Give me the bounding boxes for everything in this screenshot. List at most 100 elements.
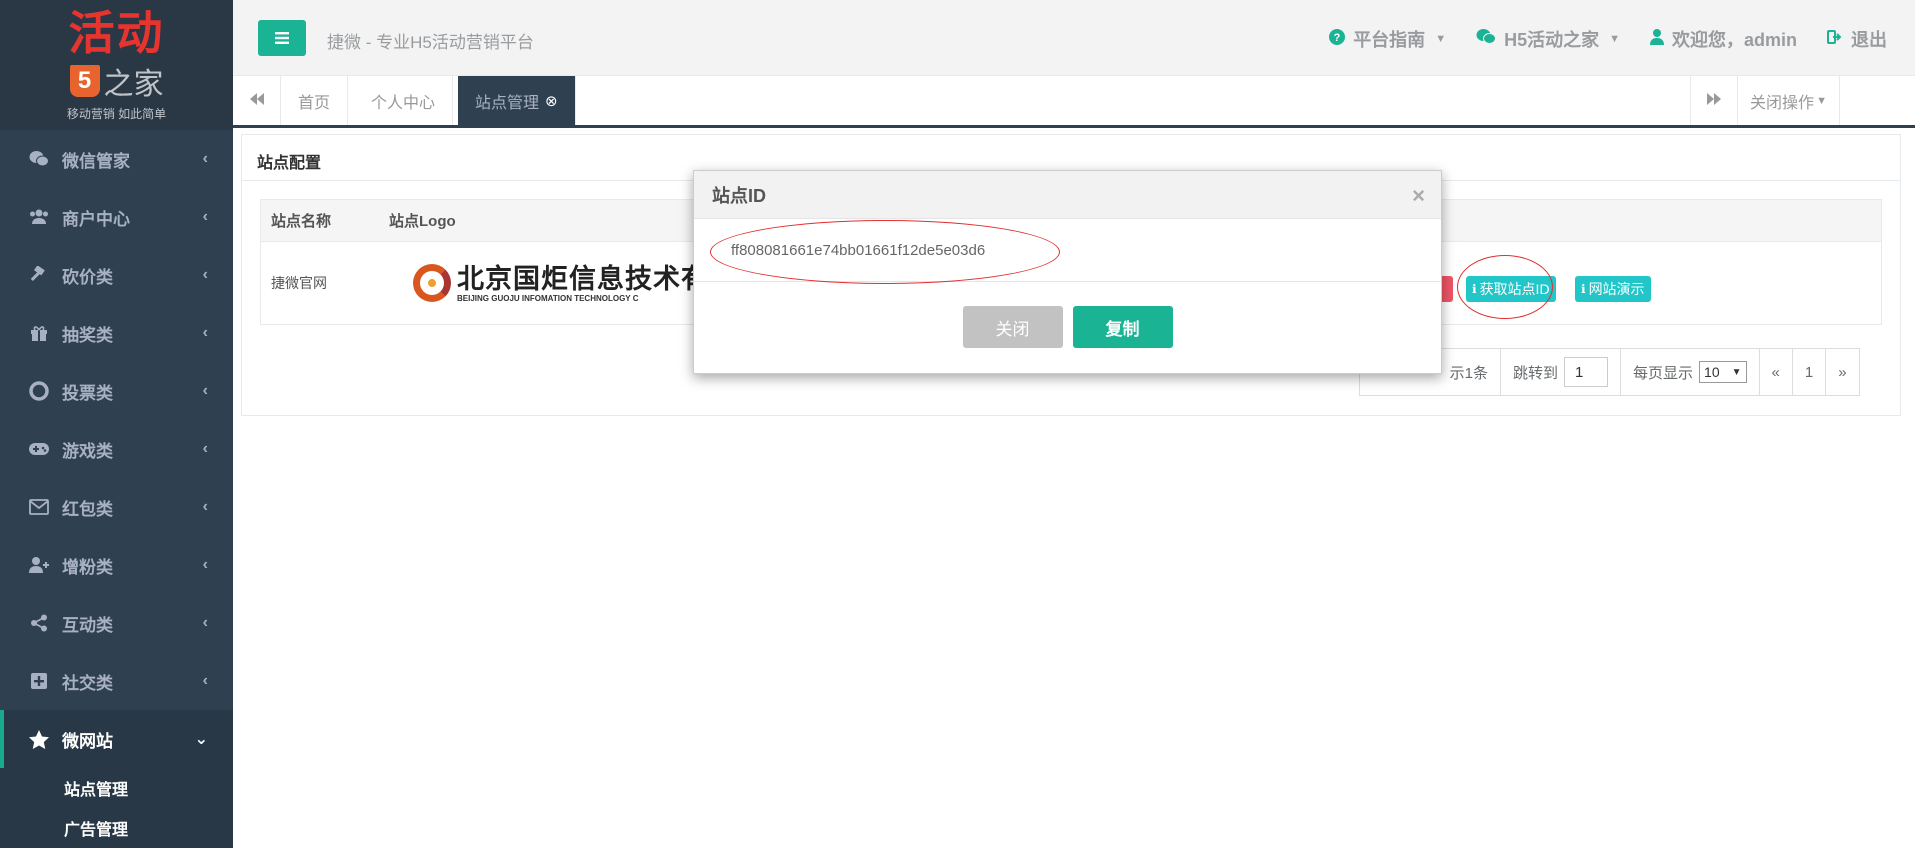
sidebar-item-wechat[interactable]: 微信管家 ‹ xyxy=(0,130,233,188)
platform-guide-label: 平台指南 xyxy=(1353,30,1426,50)
logout-link[interactable]: 退出 xyxy=(1827,26,1887,52)
menu-toggle-button[interactable] xyxy=(258,20,306,56)
sidebar-item-game[interactable]: 游戏类 ‹ xyxy=(0,420,233,478)
tab-site-manage[interactable]: 站点管理 ⊗ xyxy=(458,76,576,125)
sidebar-item-fans[interactable]: 增粉类 ‹ xyxy=(0,536,233,594)
close-button[interactable]: 关闭 xyxy=(962,306,1063,348)
close-icon[interactable]: × xyxy=(1412,183,1425,209)
submenu-item-site-manage[interactable]: 站点管理 xyxy=(0,768,233,808)
col-header-site-name: 站点名称 xyxy=(271,213,332,230)
users-icon xyxy=(26,209,52,225)
microsite-submenu: 站点管理 广告管理 xyxy=(0,768,233,848)
sidebar-item-label: 商户中心 xyxy=(62,209,130,229)
tab-label: 首页 xyxy=(298,94,331,112)
sidebar-item-label: 抽奖类 xyxy=(62,325,113,345)
share-icon xyxy=(26,614,52,632)
wechat-icon xyxy=(1476,28,1497,50)
platform-guide-dropdown[interactable]: ? 平台指南 ▼ xyxy=(1329,26,1446,52)
user-welcome[interactable]: 欢迎您，admin xyxy=(1649,26,1797,52)
backward-icon xyxy=(249,92,264,110)
sidebar: 活动 5 之家 移动营销 如此简单 微信管家 ‹ 商户中心 ‹ 砍价类 ‹ 抽奖… xyxy=(0,0,233,848)
sidebar-item-label: 微信管家 xyxy=(62,151,130,171)
logo-sub: 5 之家 xyxy=(69,59,164,103)
jump-page-input[interactable]: 1 xyxy=(1564,357,1609,387)
h5-home-label: H5活动之家 xyxy=(1504,30,1600,50)
close-circle-icon[interactable]: ⊗ xyxy=(545,92,558,110)
tab-home[interactable]: 首页 xyxy=(281,76,349,125)
chevron-left-icon: ‹ xyxy=(202,266,208,283)
caret-down-icon: ▼ xyxy=(1731,366,1742,378)
page-tabs-bar: 首页 个人中心 站点管理 ⊗ 关闭操作 ▼ xyxy=(233,76,1915,128)
company-logo-mark xyxy=(413,264,451,302)
wechat-icon xyxy=(26,150,52,168)
logo-home-text: 之家 xyxy=(103,67,164,101)
logo-h5-badge: 5 xyxy=(69,64,100,97)
sidebar-item-interact[interactable]: 互动类 ‹ xyxy=(0,594,233,652)
tabs-scroll-left-button[interactable] xyxy=(233,76,281,125)
site-id-value[interactable]: ff808081661e74bb01661f12de5e03d6 xyxy=(731,242,985,259)
sidebar-item-label: 微网站 xyxy=(62,731,113,751)
info-icon: ℹ xyxy=(1581,282,1586,296)
info-icon: ℹ xyxy=(1472,282,1477,296)
pager-jump: 跳转到 1 xyxy=(1501,349,1622,395)
per-page-label: 每页显示 xyxy=(1633,364,1694,382)
sidebar-item-label: 增粉类 xyxy=(62,557,113,577)
copy-button[interactable]: 复制 xyxy=(1072,306,1173,348)
get-site-id-label: 获取站点ID xyxy=(1479,281,1550,297)
submenu-item-ad-manage[interactable]: 广告管理 xyxy=(0,808,233,848)
gamepad-icon xyxy=(26,442,52,456)
lifebuoy-icon xyxy=(26,381,52,401)
logo-tagline: 移动营销 如此简单 xyxy=(66,106,167,121)
pager-prev[interactable]: « xyxy=(1760,349,1793,395)
sidebar-item-vote[interactable]: 投票类 ‹ xyxy=(0,362,233,420)
chevron-left-icon: ‹ xyxy=(202,672,208,689)
caret-down-icon: ▼ xyxy=(1816,94,1827,107)
chevron-down-icon: ⌄ xyxy=(194,731,208,748)
chevron-left-icon: ‹ xyxy=(202,324,208,341)
pager-page-1[interactable]: 1 xyxy=(1793,349,1827,395)
chevron-left-icon: ‹ xyxy=(202,556,208,573)
site-title: 捷微 - 专业H5活动营销平台 xyxy=(327,33,534,52)
sidebar-item-label: 投票类 xyxy=(62,383,113,403)
tabs-scroll-right-button[interactable] xyxy=(1690,76,1738,125)
sidebar-item-label: 红包类 xyxy=(62,499,113,519)
sidebar-item-bargain[interactable]: 砍价类 ‹ xyxy=(0,246,233,304)
tab-label: 个人中心 xyxy=(371,94,436,112)
tab-profile[interactable]: 个人中心 xyxy=(354,76,454,125)
site-id-dialog: 站点ID × ff808081661e74bb01661f12de5e03d6 … xyxy=(693,170,1442,374)
sidebar-item-label: 游戏类 xyxy=(62,441,113,461)
dialog-title: 站点ID xyxy=(712,185,766,206)
gavel-icon xyxy=(26,266,52,284)
per-page-select[interactable]: 10 ▼ xyxy=(1699,361,1747,383)
get-site-id-button[interactable]: ℹ 获取站点ID xyxy=(1466,276,1556,302)
jump-label: 跳转到 xyxy=(1513,364,1559,382)
chevron-left-icon: ‹ xyxy=(202,440,208,457)
site-demo-button[interactable]: ℹ 网站演示 xyxy=(1575,276,1651,302)
close-ops-label: 关闭操作 xyxy=(1750,94,1815,112)
sidebar-item-label: 砍价类 xyxy=(62,267,113,287)
welcome-label: 欢迎您，admin xyxy=(1671,30,1797,50)
envelope-icon xyxy=(26,499,52,515)
sidebar-item-lottery[interactable]: 抽奖类 ‹ xyxy=(0,304,233,362)
sidebar-item-redpacket[interactable]: 红包类 ‹ xyxy=(0,478,233,536)
tab-label: 站点管理 xyxy=(475,94,540,112)
sidebar-item-microsite[interactable]: 微网站 ⌄ xyxy=(0,710,233,768)
logout-label: 退出 xyxy=(1851,30,1887,50)
company-name-en: BEIJING GUOJU INFOMATION TECHNOLOGY C xyxy=(457,293,639,303)
pager-next[interactable]: » xyxy=(1826,349,1858,395)
chevron-left-icon: ‹ xyxy=(202,614,208,631)
top-header: 捷微 - 专业H5活动营销平台 ? 平台指南 ▼ H5活动之家 ▼ 欢迎您，admi… xyxy=(233,0,1915,76)
gift-icon xyxy=(26,324,52,342)
company-name-cn: 北京国炬信息技术有 xyxy=(457,263,709,294)
dialog-footer: 关闭 复制 xyxy=(694,282,1441,348)
per-page-value: 10 xyxy=(1704,364,1720,380)
caret-down-icon: ▼ xyxy=(1609,33,1620,45)
close-operations-dropdown[interactable]: 关闭操作 ▼ xyxy=(1738,76,1840,125)
h5-home-dropdown[interactable]: H5活动之家 ▼ xyxy=(1476,26,1620,52)
bars-icon xyxy=(275,28,289,49)
dialog-body: ff808081661e74bb01661f12de5e03d6 xyxy=(694,219,1441,284)
sidebar-item-merchant[interactable]: 商户中心 ‹ xyxy=(0,188,233,246)
sidebar-item-social[interactable]: 社交类 ‹ xyxy=(0,652,233,710)
chevron-left-icon: ‹ xyxy=(202,382,208,399)
logo-main-text: 活动 xyxy=(68,6,165,59)
